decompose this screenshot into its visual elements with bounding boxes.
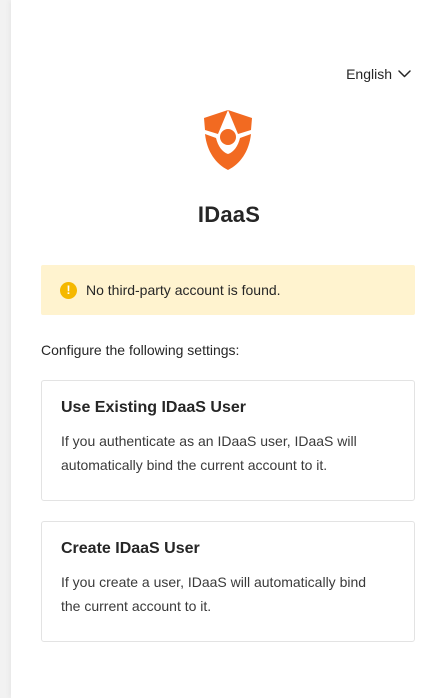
idaas-logo-icon [204,110,252,170]
alert-message: No third-party account is found. [86,282,281,298]
create-user-option[interactable]: Create IDaaS User If you create a user, … [41,521,415,642]
warning-alert: ! No third-party account is found. [41,265,415,315]
option-description: If you create a user, IDaaS will automat… [61,574,367,614]
option-title: Create IDaaS User [61,540,200,557]
language-label: English [346,66,392,82]
chevron-down-icon [398,70,411,78]
language-selector[interactable]: English [346,66,411,82]
login-panel: English IDaaS ! No third-party account i… [11,0,447,698]
instructions-text: Configure the following settings: [41,342,240,358]
option-title: Use Existing IDaaS User [61,399,246,416]
warning-icon: ! [60,281,77,299]
app-title: IDaaS [197,202,261,227]
use-existing-user-option[interactable]: Use Existing IDaaS User If you authentic… [41,380,415,501]
option-description: If you authenticate as an IDaaS user, ID… [61,433,357,473]
